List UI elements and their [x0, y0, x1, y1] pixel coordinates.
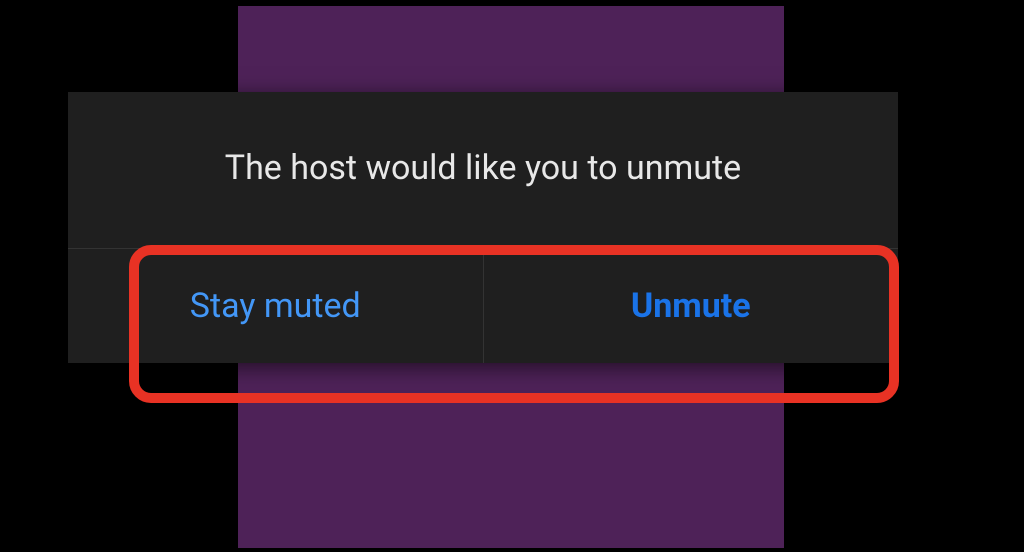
- stay-muted-button[interactable]: Stay muted: [68, 249, 483, 363]
- dialog-message: The host would like you to unmute: [68, 92, 898, 248]
- dialog-button-row: Stay muted Unmute: [68, 249, 898, 363]
- unmute-button[interactable]: Unmute: [484, 249, 899, 363]
- unmute-request-dialog: The host would like you to unmute Stay m…: [68, 92, 898, 363]
